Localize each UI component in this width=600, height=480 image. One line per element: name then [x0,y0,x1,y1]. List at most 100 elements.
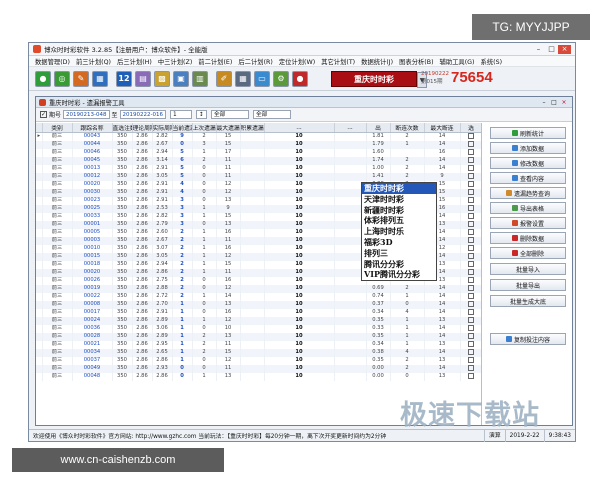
number-12-icon[interactable]: 12 [116,70,132,87]
red-stop-icon[interactable]: ● [292,70,308,87]
column-header[interactable]: 选 [460,123,481,133]
checkbox-box[interactable] [468,269,474,275]
position-select[interactable]: 全部 [210,110,249,119]
table-row[interactable]: 前三 00017 350 2.86 2.91 1 0 16 10 0.34 4 14 [36,309,481,317]
column-header[interactable]: ... [334,123,367,133]
table-row[interactable]: 前三 00021 350 2.86 2.95 1 2 11 10 0.34 1 13 [36,341,481,349]
checkbox-box[interactable] [468,373,474,379]
chart-icon[interactable]: ▤ [135,70,151,87]
menu-item[interactable]: 图表分析(B) [399,57,433,66]
side-button[interactable]: 添加数据 [490,142,566,154]
table-row[interactable]: 前三 00049 350 2.86 2.93 0 0 11 10 0.00 2 14 [36,365,481,373]
column-header[interactable]: 上次遗漏 [192,123,217,133]
sub-maximize-button[interactable]: □ [549,99,559,106]
menu-item[interactable]: 定位计划(W) [279,57,315,66]
brush-icon[interactable]: ✐ [216,70,232,87]
column-header[interactable]: 直选注数 [112,123,133,133]
checkbox-box[interactable] [468,261,474,267]
table-row[interactable]: 前三 00028 350 2.86 2.89 1 2 13 10 0.35 1 14 [36,333,481,341]
side-button[interactable]: 全部删除 [490,247,566,259]
checkbox-box[interactable] [468,133,474,139]
table-row[interactable]: 前三 00008 350 2.86 2.70 1 0 13 10 0.37 0 14 [36,301,481,309]
checkbox-box[interactable] [468,317,474,323]
close-button[interactable]: × [558,44,571,54]
issue-checkbox[interactable]: ✓ [40,111,47,118]
checkbox-box[interactable] [468,165,474,171]
table-row[interactable]: 前三 00036 350 2.86 3.06 1 0 10 10 0.33 1 14 [36,325,481,333]
dropdown-option[interactable]: 腾讯分分彩 [362,259,436,270]
checkbox-box[interactable] [468,157,474,163]
checkbox-box[interactable] [468,253,474,259]
row-select-checkbox[interactable] [460,165,481,173]
table-row[interactable]: ▸ 前三 00043 350 2.86 2.82 9 2 15 10 1.81 2 14 [36,132,481,141]
menu-item[interactable]: 辅助工具(G) [440,57,475,66]
column-header[interactable]: 积累遗漏 [240,123,265,133]
column-header[interactable]: 最大断连 [424,123,461,133]
checkbox-box[interactable] [468,341,474,347]
checkbox-box[interactable] [468,365,474,371]
checkbox-box[interactable] [468,237,474,243]
notes-icon[interactable]: ▥ [192,70,208,87]
side-button[interactable]: 删除数据 [490,232,566,244]
column-header[interactable]: 跟踪名称 [72,123,113,133]
column-header[interactable]: 出 [366,123,391,133]
menu-item[interactable]: 数据管理(D) [35,57,70,66]
table-row[interactable]: 前三 00024 350 2.86 2.89 1 1 12 10 0.35 1 13 [36,317,481,325]
checkbox-box[interactable] [468,357,474,363]
checkbox-box[interactable] [468,277,474,283]
side-button[interactable]: 批量生成大底 [490,295,566,307]
checkbox-box[interactable] [468,245,474,251]
row-select-checkbox[interactable] [460,269,481,277]
row-select-checkbox[interactable] [460,325,481,333]
checkbox-box[interactable] [468,197,474,203]
row-select-checkbox[interactable] [460,132,481,141]
menu-item[interactable]: 前二计划(E) [198,57,232,66]
row-select-checkbox[interactable] [460,285,481,293]
minimize-button[interactable]: – [532,45,545,54]
side-button[interactable]: 报警设置 [490,217,566,229]
column-header[interactable]: ... [264,123,335,133]
pencil-icon[interactable]: ✎ [73,70,89,87]
menu-item[interactable]: 系统(S) [481,57,503,66]
row-select-checkbox[interactable] [460,277,481,285]
column-header[interactable]: 实际周期 [152,123,173,133]
checkbox-box[interactable] [468,349,474,355]
row-select-checkbox[interactable] [460,157,481,165]
grid-icon[interactable]: ▩ [154,70,170,87]
sub-close-button[interactable]: × [559,99,569,106]
menu-item[interactable]: 后二计划(R) [238,57,272,66]
row-select-checkbox[interactable] [460,261,481,269]
table-icon[interactable]: ▦ [92,70,108,87]
menu-item[interactable]: 数据统计(J) [361,57,393,66]
checkbox-box[interactable] [468,221,474,227]
checkbox-box[interactable] [468,301,474,307]
dropdown-option[interactable]: 上海时时乐 [362,226,436,237]
checkbox-box[interactable] [468,285,474,291]
row-select-checkbox[interactable] [460,149,481,157]
row-select-checkbox[interactable] [460,197,481,205]
row-select-checkbox[interactable] [460,309,481,317]
monitor-icon[interactable]: ▭ [254,70,270,87]
count-spinner[interactable]: 1 [170,110,192,119]
table-row[interactable]: 前三 00022 350 2.86 2.72 2 1 14 10 0.74 1 14 [36,293,481,301]
checkbox-box[interactable] [468,309,474,315]
checkbox-box[interactable] [468,173,474,179]
row-select-checkbox[interactable] [460,341,481,349]
checkbox-box[interactable] [468,141,474,147]
type-select[interactable]: 全部 [252,110,291,119]
checkbox-box[interactable] [468,189,474,195]
row-select-checkbox[interactable] [460,365,481,373]
table-row[interactable]: 前三 00013 350 2.86 2.91 5 0 11 10 1.00 2 14 [36,165,481,173]
side-button[interactable]: 复制投注内容 [490,333,566,345]
calculator-icon[interactable]: ▦ [235,70,251,87]
row-select-checkbox[interactable] [460,301,481,309]
green-refresh-icon[interactable]: ◎ [54,70,70,87]
menu-item[interactable]: 其它计划(T) [321,57,355,66]
checkbox-box[interactable] [468,149,474,155]
dropdown-option[interactable]: 重庆时时彩 [362,183,436,194]
checkbox-box[interactable] [468,229,474,235]
dropdown-option[interactable]: 体彩排列五 [362,215,436,226]
row-select-checkbox[interactable] [460,173,481,181]
row-select-checkbox[interactable] [460,293,481,301]
maximize-button[interactable]: □ [545,45,558,54]
